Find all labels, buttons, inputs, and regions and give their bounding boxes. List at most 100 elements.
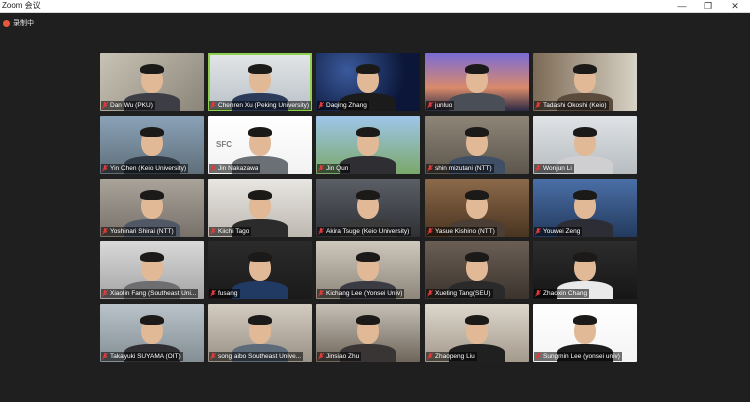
participant-name-tag: Zhaopeng Liu bbox=[426, 352, 477, 361]
participant-hair bbox=[356, 64, 380, 74]
participant-name: Sungmin Lee (yonsei univ) bbox=[543, 353, 620, 360]
participant-hair bbox=[465, 315, 489, 325]
mic-muted-icon bbox=[318, 353, 324, 360]
mic-muted-icon bbox=[210, 228, 216, 235]
participant-name: Yasue Kishino (NTT) bbox=[435, 228, 495, 235]
participant-name: Kichang Lee (Yonsei Univ) bbox=[326, 290, 403, 297]
participant-tile[interactable]: song aibo Southeast Unive... bbox=[208, 304, 312, 362]
participant-name: Takayuki SUYAMA (OIT) bbox=[110, 353, 181, 360]
participant-name-tag: shin mizutani (NTT) bbox=[426, 164, 494, 173]
participant-name: Xueting Tang(SEU) bbox=[435, 290, 491, 297]
participant-tile[interactable]: Zhaopeng Liu bbox=[425, 304, 529, 362]
participant-name-tag: Daqing Zhang bbox=[317, 101, 369, 110]
mic-muted-icon bbox=[102, 228, 108, 235]
participant-name-tag: Yin Chen (Keio University) bbox=[101, 164, 188, 173]
participant-name-tag: Yoshinari Shirai (NTT) bbox=[101, 227, 176, 236]
participant-tile[interactable]: Xueting Tang(SEU) bbox=[425, 241, 529, 299]
participant-name: fusang bbox=[218, 290, 238, 297]
participant-tile[interactable]: Sungmin Lee (yonsei univ) bbox=[533, 304, 637, 362]
participant-hair bbox=[356, 190, 380, 200]
mic-muted-icon bbox=[210, 102, 216, 109]
participant-hair bbox=[248, 315, 272, 325]
minimize-icon[interactable]: — bbox=[669, 0, 695, 12]
participant-name-tag: Kiichi Tago bbox=[209, 227, 252, 236]
participant-name-tag: Dan Wu (PKU) bbox=[101, 101, 155, 110]
participant-tile[interactable]: Tadashi Okoshi (Keio) bbox=[533, 53, 637, 111]
participant-body bbox=[232, 281, 288, 299]
participant-tile[interactable]: Yin Chen (Keio University) bbox=[100, 116, 204, 174]
participant-tile[interactable]: shin mizutani (NTT) bbox=[425, 116, 529, 174]
mic-muted-icon bbox=[535, 353, 541, 360]
close-icon[interactable]: ✕ bbox=[722, 0, 748, 12]
participant-hair bbox=[465, 252, 489, 262]
participant-name-tag: Jin Nakazawa bbox=[209, 164, 261, 173]
participant-name: Kiichi Tago bbox=[218, 228, 250, 235]
participant-tile[interactable]: fusang bbox=[208, 241, 312, 299]
title-bar: Zoom 会议 — ❐ ✕ bbox=[0, 0, 750, 13]
participant-tile[interactable]: Xiaolin Fang (Southeast Uni... bbox=[100, 241, 204, 299]
participant-name: Akira Tsuge (Keio University) bbox=[326, 228, 410, 235]
participant-name-tag: Tadashi Okoshi (Keio) bbox=[534, 101, 609, 110]
participant-tile[interactable]: Jin Qun bbox=[316, 116, 420, 174]
participant-tile[interactable]: Youwei Zeng bbox=[533, 179, 637, 237]
participant-name-tag: Xueting Tang(SEU) bbox=[426, 289, 493, 298]
participant-name: Jinsiao Zhu bbox=[326, 353, 360, 360]
participant-tile[interactable]: Daqing Zhang bbox=[316, 53, 420, 111]
mic-muted-icon bbox=[318, 290, 324, 297]
mic-muted-icon bbox=[102, 102, 108, 109]
participant-tile[interactable]: Zhaoxin Chang bbox=[533, 241, 637, 299]
participant-name: Wonjun Li bbox=[543, 165, 572, 172]
participant-tile[interactable]: Kiichi Tago bbox=[208, 179, 312, 237]
participant-name-tag: Kichang Lee (Yonsei Univ) bbox=[317, 289, 405, 298]
participant-hair bbox=[248, 252, 272, 262]
participant-tile[interactable]: Akira Tsuge (Keio University) bbox=[316, 179, 420, 237]
participant-tile[interactable]: Chenren Xu (Peking University) bbox=[208, 53, 312, 111]
recording-indicator[interactable]: 录制中 bbox=[0, 16, 34, 30]
participant-name: Zhaoxin Chang bbox=[543, 290, 588, 297]
participant-name: Yin Chen (Keio University) bbox=[110, 165, 186, 172]
participant-hair bbox=[465, 64, 489, 74]
participant-name: Tadashi Okoshi (Keio) bbox=[543, 102, 607, 109]
participant-tile[interactable]: Yasue Kishino (NTT) bbox=[425, 179, 529, 237]
participant-hair bbox=[248, 190, 272, 200]
participant-hair bbox=[248, 64, 272, 74]
participant-hair bbox=[356, 315, 380, 325]
participant-name-tag: song aibo Southeast Unive... bbox=[209, 352, 304, 361]
participant-hair bbox=[140, 127, 164, 137]
participant-name: Dan Wu (PKU) bbox=[110, 102, 153, 109]
participant-hair bbox=[140, 64, 164, 74]
participant-name-tag: Youwei Zeng bbox=[534, 227, 583, 236]
maximize-icon[interactable]: ❐ bbox=[695, 0, 721, 12]
participant-name: Jin Qun bbox=[326, 165, 349, 172]
participant-name-tag: Jin Qun bbox=[317, 164, 351, 173]
mic-muted-icon bbox=[535, 102, 541, 109]
participant-tile[interactable]: Jinsiao Zhu bbox=[316, 304, 420, 362]
participant-body bbox=[449, 93, 505, 111]
mic-muted-icon bbox=[427, 228, 433, 235]
mic-muted-icon bbox=[318, 102, 324, 109]
participant-hair bbox=[140, 315, 164, 325]
participant-hair bbox=[356, 252, 380, 262]
mic-muted-icon bbox=[427, 353, 433, 360]
participant-name: shin mizutani (NTT) bbox=[435, 165, 492, 172]
participant-tile[interactable]: Dan Wu (PKU) bbox=[100, 53, 204, 111]
mic-muted-icon bbox=[535, 165, 541, 172]
mic-muted-icon bbox=[102, 353, 108, 360]
participant-tile[interactable]: Yoshinari Shirai (NTT) bbox=[100, 179, 204, 237]
window-title: Zoom 会议 bbox=[2, 1, 41, 10]
participant-name-tag: Wonjun Li bbox=[534, 164, 574, 173]
participant-tile[interactable]: SFC Jin Nakazawa bbox=[208, 116, 312, 174]
participant-name: Daqing Zhang bbox=[326, 102, 367, 109]
recording-label: 录制中 bbox=[13, 20, 34, 27]
mic-muted-icon bbox=[318, 165, 324, 172]
participant-tile[interactable]: junluo bbox=[425, 53, 529, 111]
participant-tile[interactable]: Kichang Lee (Yonsei Univ) bbox=[316, 241, 420, 299]
participant-tile[interactable]: Wonjun Li bbox=[533, 116, 637, 174]
participant-tile[interactable]: Takayuki SUYAMA (OIT) bbox=[100, 304, 204, 362]
participant-name-tag: Zhaoxin Chang bbox=[534, 289, 590, 298]
participant-name-tag: Takayuki SUYAMA (OIT) bbox=[101, 352, 183, 361]
participant-name-tag: fusang bbox=[209, 289, 240, 298]
participant-hair bbox=[573, 190, 597, 200]
participant-name: Jin Nakazawa bbox=[218, 165, 259, 172]
participant-name-tag: Akira Tsuge (Keio University) bbox=[317, 227, 412, 236]
